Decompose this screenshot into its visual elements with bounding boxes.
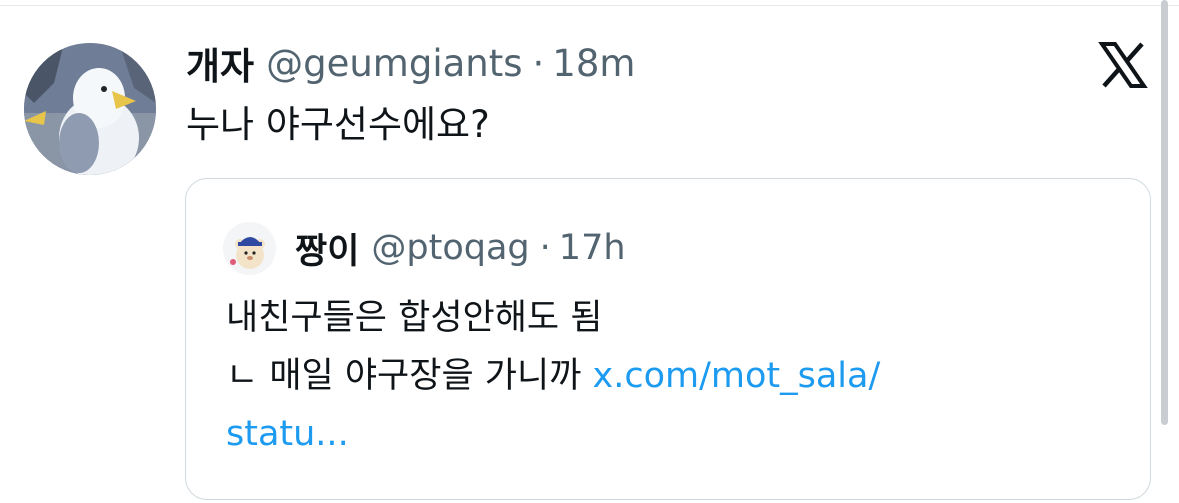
quote-separator-dot: · bbox=[539, 228, 551, 268]
seagull-avatar-icon bbox=[24, 43, 156, 175]
tweet-text: 누나 야구선수에요? bbox=[186, 103, 490, 146]
top-divider bbox=[0, 5, 1179, 6]
quote-link-continuation[interactable]: statu... bbox=[226, 414, 349, 454]
quote-tweet-card[interactable]: 짱이 @ptoqag · 17h 내친구들은 합성안해도 됨 ㄴ 매일 야구장을… bbox=[185, 178, 1151, 500]
x-logo-icon[interactable] bbox=[1098, 40, 1148, 90]
quote-header: 짱이 @ptoqag · 17h bbox=[295, 224, 626, 272]
quote-link[interactable]: x.com/mot_sala/ bbox=[593, 356, 881, 396]
tweet-header: 개자 @geumgiants · 18m bbox=[186, 36, 635, 90]
user-handle[interactable]: @geumgiants bbox=[266, 42, 522, 85]
quote-avatar[interactable] bbox=[223, 222, 276, 275]
avatar[interactable] bbox=[24, 43, 156, 175]
quote-text-line-2-body: ㄴ 매일 야구장을 가니까 bbox=[226, 356, 593, 396]
timestamp[interactable]: 18m bbox=[552, 42, 635, 85]
bear-mascot-avatar-icon bbox=[223, 222, 276, 275]
quote-text-line-2: ㄴ 매일 야구장을 가니까 x.com/mot_sala/ bbox=[226, 347, 1126, 405]
separator-dot: · bbox=[532, 41, 545, 85]
quote-text-line-1: 내친구들은 합성안해도 됨 bbox=[226, 298, 603, 338]
quote-display-name[interactable]: 짱이 bbox=[295, 223, 359, 274]
scrollbar[interactable] bbox=[1161, 0, 1168, 425]
quote-text: 내친구들은 합성안해도 됨 ㄴ 매일 야구장을 가니까 x.com/mot_sa… bbox=[226, 289, 1126, 463]
quote-user-handle[interactable]: @ptoqag bbox=[371, 228, 529, 268]
display-name[interactable]: 개자 bbox=[186, 36, 254, 90]
quote-text-line-3: statu... bbox=[226, 405, 1126, 463]
quote-timestamp[interactable]: 17h bbox=[559, 228, 626, 268]
